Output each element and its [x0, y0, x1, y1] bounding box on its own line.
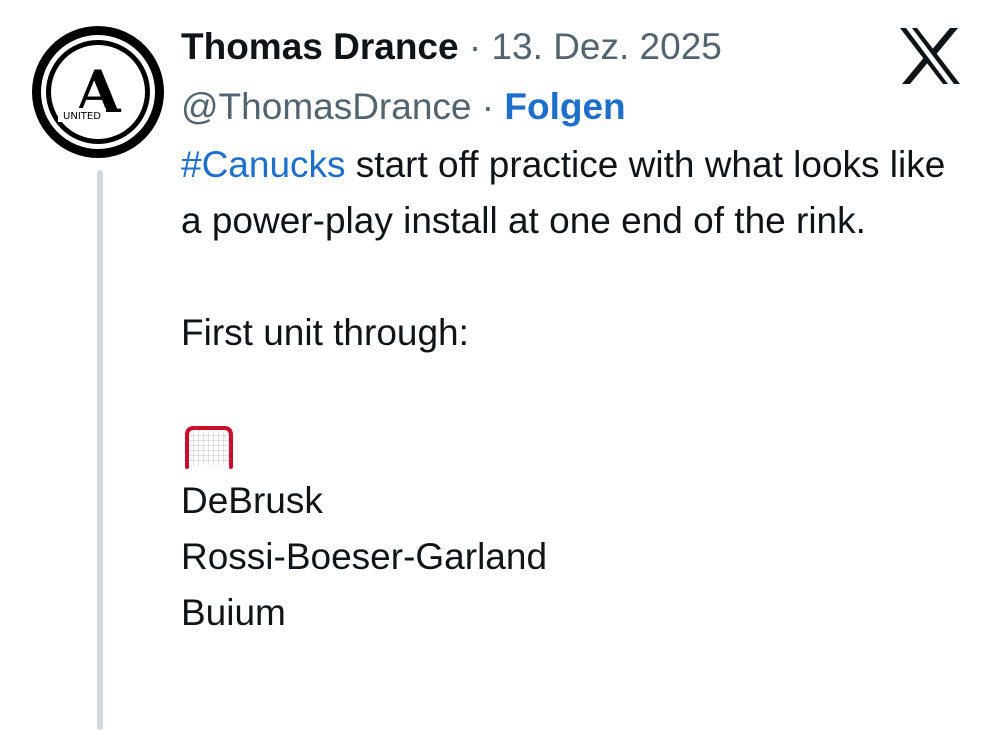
header-separator: ·: [468, 26, 482, 67]
tweet-paragraph-2: First unit through:: [181, 312, 469, 353]
hashtag-link[interactable]: #Canucks: [181, 144, 346, 185]
author-handle[interactable]: @ThomasDrance: [181, 86, 472, 127]
subheader-separator: ·: [481, 86, 495, 127]
tweet-subheader: @ThomasDrance · Folgen: [181, 84, 626, 130]
lineup-line-3: Buium: [181, 592, 286, 633]
tweet-header: Thomas Drance · 13. Dez. 2025: [181, 24, 722, 70]
lineup-line-2: Rossi-Boeser-Garland: [181, 536, 548, 577]
author-avatar[interactable]: A UNITED: [28, 22, 168, 162]
tweet-date[interactable]: 13. Dez. 2025: [491, 26, 721, 67]
avatar-sub-text: UNITED: [63, 111, 101, 122]
x-logo-icon[interactable]: [898, 26, 962, 86]
tweet-text: #Canucks start off practice with what lo…: [181, 137, 971, 641]
tweet-paragraph-1: #Canucks start off practice with what lo…: [181, 137, 971, 249]
follow-button[interactable]: Folgen: [504, 86, 625, 127]
avatar-logo-icon: A UNITED: [32, 26, 164, 158]
thread-line: [97, 170, 103, 730]
goal-net-emoji-icon: [185, 426, 233, 469]
author-display-name[interactable]: Thomas Drance: [181, 26, 459, 67]
lineup-line-1: DeBrusk: [181, 480, 323, 521]
